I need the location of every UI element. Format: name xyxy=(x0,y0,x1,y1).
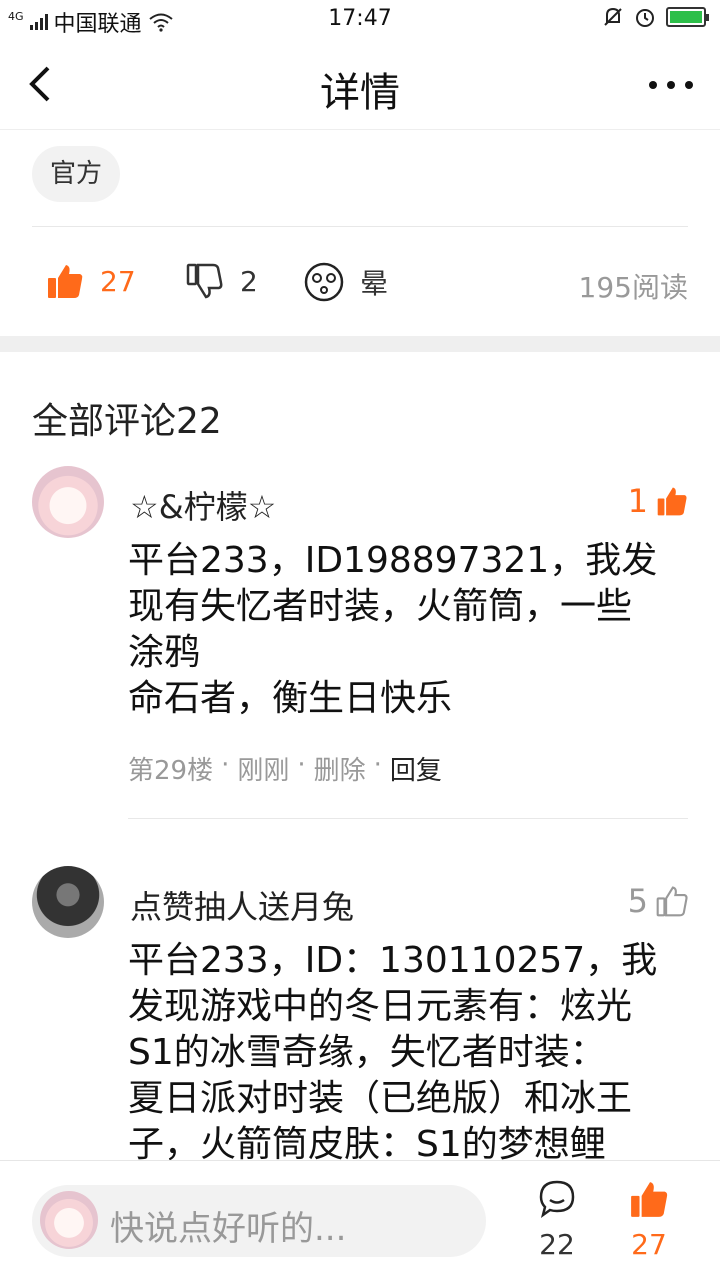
thumbs-down-icon xyxy=(186,263,223,299)
comments-button[interactable]: 22 xyxy=(522,1179,592,1261)
page-title: 详情 xyxy=(320,70,400,116)
battery-icon xyxy=(666,7,709,27)
mute-bell-icon xyxy=(604,7,622,26)
comment-text: 平台233，ID：130110257，我 发现游戏中的冬日元素有：炫光 S1的冰… xyxy=(128,938,688,1166)
thumbs-up-filled-icon xyxy=(631,1182,668,1217)
comment-input[interactable]: 快说点好听的... xyxy=(32,1185,486,1257)
meta-separator: · xyxy=(373,750,382,780)
status-bar: 4G 中国联通 17:47 xyxy=(0,0,720,40)
bottom-like-count: 27 xyxy=(631,1228,667,1261)
comment-time: 刚刚 xyxy=(237,756,290,786)
thumbs-up-filled-icon xyxy=(657,487,687,516)
comment-item: 点赞抽人送月兔 5 平台233，ID：130110257，我 发现游戏中的冬日元… xyxy=(0,866,720,1166)
comment-line: 命石者，衡生日快乐 xyxy=(128,678,453,719)
comments-header: 全部评论22 xyxy=(32,401,222,442)
dizzy-face-icon xyxy=(304,262,344,302)
comment-count: 22 xyxy=(539,1228,575,1261)
divider xyxy=(32,226,688,227)
thumbs-up-icon xyxy=(656,886,688,917)
comment-line: 涂鸦 xyxy=(128,632,201,673)
comment-line: 现有失忆者时装，火箭筒，一些 xyxy=(128,586,633,627)
dislike-button[interactable]: 2 xyxy=(186,262,258,300)
comment-text: 平台233，ID198897321，我发 现有失忆者时装，火箭筒，一些 涂鸦 命… xyxy=(128,538,688,722)
comment-author[interactable]: 点赞抽人送月兔 xyxy=(130,882,354,928)
bottom-like-button[interactable]: 27 xyxy=(614,1179,684,1261)
comment-line: 平台233，ID：130110257，我 xyxy=(128,940,658,981)
bottom-bar: 快说点好听的... 22 27 xyxy=(0,1160,720,1280)
comment-like-button[interactable]: 5 xyxy=(628,882,688,920)
comment-line: S1的冰雪奇缘，失忆者时装： xyxy=(128,1032,606,1073)
dizzy-reaction-button[interactable]: 晕 xyxy=(304,262,388,302)
avatar[interactable] xyxy=(32,466,104,538)
comment-author[interactable]: ☆&柠檬☆ xyxy=(130,482,276,528)
meta-separator: · xyxy=(297,750,306,780)
comment-like-button[interactable]: 1 xyxy=(628,482,688,520)
thumbs-up-filled-icon xyxy=(48,265,83,298)
comment-like-count: 5 xyxy=(627,882,648,920)
comment-line: 平台233，ID198897321，我发 xyxy=(128,540,658,581)
more-options-icon[interactable] xyxy=(646,70,696,100)
comment-line: 发现游戏中的冬日元素有：炫光 xyxy=(128,986,633,1027)
alarm-icon xyxy=(636,9,654,27)
dizzy-label: 晕 xyxy=(360,267,389,300)
meta-separator: · xyxy=(221,750,230,780)
comment-bubble-icon xyxy=(539,1180,575,1218)
dislike-count: 2 xyxy=(240,264,258,298)
read-count: 195阅读 xyxy=(578,271,688,304)
nav-bar: 详情 xyxy=(0,40,720,130)
comment-input-placeholder: 快说点好听的... xyxy=(110,1209,347,1249)
comment-divider xyxy=(128,818,688,819)
avatar[interactable] xyxy=(32,866,104,938)
delete-link[interactable]: 删除 xyxy=(314,750,366,787)
reply-link[interactable]: 回复 xyxy=(390,750,442,787)
comment-meta: 第29楼 · 刚刚 · 删除 · 回复 xyxy=(128,750,442,787)
comment-line: 夏日派对时装（已绝版）和冰王 xyxy=(128,1078,633,1119)
post-actions: 27 2 晕 195阅读 xyxy=(0,256,720,308)
post-tag[interactable]: 官方 xyxy=(32,146,121,202)
section-divider xyxy=(0,336,720,352)
comment-item: ☆&柠檬☆ 1 平台233，ID198897321，我发 现有失忆者时装，火箭筒… xyxy=(0,466,720,819)
status-right xyxy=(602,6,709,28)
like-button[interactable]: 27 xyxy=(46,262,136,300)
avatar xyxy=(40,1191,98,1249)
like-count: 27 xyxy=(100,264,136,298)
comment-floor: 第29楼 xyxy=(128,756,214,786)
comment-like-count: 1 xyxy=(627,482,648,520)
